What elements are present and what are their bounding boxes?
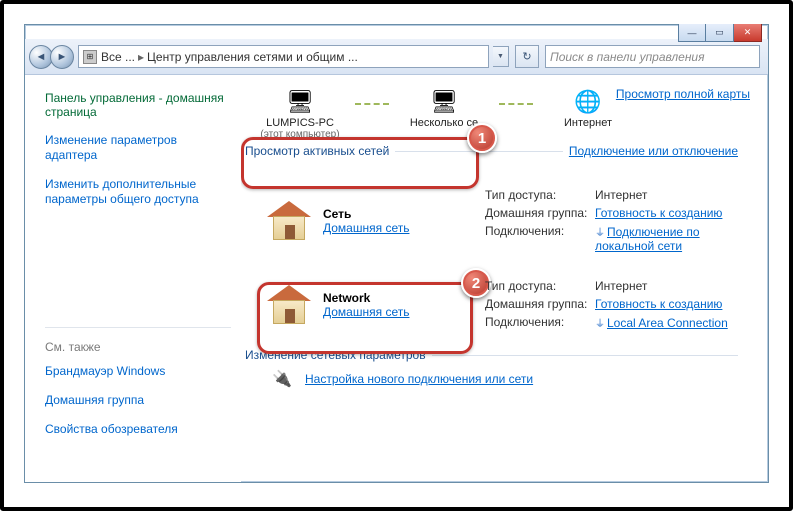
access-type-value: Интернет bbox=[595, 188, 738, 202]
map-connector bbox=[499, 103, 533, 105]
home-network-icon bbox=[267, 201, 311, 241]
highlight-box-1 bbox=[241, 137, 479, 189]
network-name: Network bbox=[323, 291, 409, 305]
nav-forward-button[interactable]: ► bbox=[50, 45, 74, 69]
map-node-this-pc[interactable]: 🖥 LUMPICS-PC (этот компьютер) bbox=[245, 87, 355, 140]
maximize-button[interactable]: ▭ bbox=[706, 24, 734, 42]
breadcrumb-separator: ▸ bbox=[138, 50, 144, 64]
network-type-link[interactable]: Домашняя сеть bbox=[323, 305, 409, 319]
address-bar[interactable]: ⊞ Все ... ▸ Центр управления сетями и об… bbox=[78, 45, 489, 68]
map-connector bbox=[355, 103, 389, 105]
network-entry-1: Сеть Домашняя сеть Тип доступа: Интернет… bbox=[245, 188, 738, 253]
homegroup-link[interactable]: Готовность к созданию bbox=[595, 206, 722, 220]
full-map-link[interactable]: Просмотр полной карты bbox=[616, 87, 750, 101]
map-node-label: Интернет bbox=[533, 117, 643, 129]
control-panel-icon: ⊞ bbox=[83, 50, 97, 64]
map-node-label: LUMPICS-PC bbox=[245, 117, 355, 129]
homegroup-link[interactable]: Готовность к созданию bbox=[595, 297, 722, 311]
sidebar-link-sharing[interactable]: Изменить дополнительные параметры общего… bbox=[45, 177, 231, 207]
network-name: Сеть bbox=[323, 207, 409, 221]
breadcrumb-root[interactable]: Все ... bbox=[101, 50, 135, 64]
connections-label: Подключения: bbox=[485, 315, 595, 330]
connections-label: Подключения: bbox=[485, 224, 595, 253]
address-bar-row: ◄ ► ⊞ Все ... ▸ Центр управления сетями … bbox=[25, 39, 768, 75]
access-type-label: Тип доступа: bbox=[485, 188, 595, 202]
new-connection-link[interactable]: Настройка нового подключения или сети bbox=[305, 372, 533, 386]
connection-link[interactable]: Local Area Connection bbox=[607, 316, 728, 330]
homegroup-label: Домашняя группа: bbox=[485, 206, 595, 220]
divider bbox=[432, 355, 738, 356]
new-connection-wizard[interactable]: 🔌 Настройка нового подключения или сети bbox=[245, 368, 738, 390]
connection-link[interactable]: Подключение по локальной сети bbox=[595, 225, 700, 253]
network-icon: 🖥 bbox=[426, 87, 462, 117]
close-button[interactable]: ✕ bbox=[734, 24, 762, 42]
sidebar-link-adapter[interactable]: Изменение параметров адаптера bbox=[45, 133, 231, 163]
globe-icon: 🌐 bbox=[570, 87, 606, 117]
window-controls: — ▭ ✕ bbox=[678, 24, 762, 42]
address-dropdown-button[interactable]: ▼ bbox=[493, 46, 509, 67]
sidebar-seealso-firewall[interactable]: Брандмауэр Windows bbox=[45, 364, 231, 379]
annotation-badge-1: 1 bbox=[467, 123, 497, 153]
sidebar: Панель управления - домашняя страница Из… bbox=[25, 75, 241, 482]
home-network-icon bbox=[267, 285, 311, 325]
ethernet-icon: ⏚ bbox=[595, 319, 605, 330]
sidebar-home-link[interactable]: Панель управления - домашняя страница bbox=[45, 91, 231, 119]
sidebar-seealso-homegroup[interactable]: Домашняя группа bbox=[45, 393, 231, 408]
network-entry-2: Network Домашняя сеть Тип доступа: Интер… bbox=[245, 279, 738, 330]
wizard-icon: 🔌 bbox=[269, 368, 295, 390]
refresh-button[interactable]: ↻ bbox=[515, 45, 539, 68]
access-type-value: Интернет bbox=[595, 279, 738, 293]
sidebar-seealso-browser[interactable]: Свойства обозревателя bbox=[45, 422, 231, 437]
network-type-link[interactable]: Домашняя сеть bbox=[323, 221, 409, 235]
sidebar-seealso-header: См. также bbox=[45, 327, 231, 354]
access-type-label: Тип доступа: bbox=[485, 279, 595, 293]
minimize-button[interactable]: — bbox=[678, 24, 706, 42]
homegroup-label: Домашняя группа: bbox=[485, 297, 595, 311]
main-content: Просмотр полной карты 🖥 LUMPICS-PC (этот… bbox=[241, 75, 768, 482]
ethernet-icon: ⏚ bbox=[595, 228, 605, 239]
connect-disconnect-link[interactable]: Подключение или отключение bbox=[569, 144, 738, 158]
breadcrumb-page[interactable]: Центр управления сетями и общим ... bbox=[147, 50, 358, 64]
search-input[interactable]: Поиск в панели управления bbox=[545, 45, 760, 68]
window: — ▭ ✕ ◄ ► ⊞ Все ... ▸ Центр управления с… bbox=[24, 24, 769, 483]
computer-icon: 🖥 bbox=[282, 87, 318, 117]
